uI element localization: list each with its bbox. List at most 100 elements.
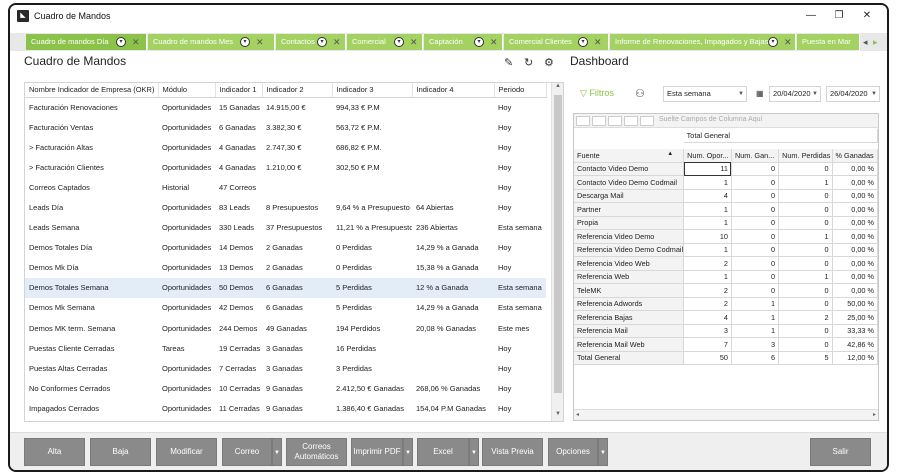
- chevron-down-icon[interactable]: ▾: [768, 37, 778, 47]
- chevron-down-icon[interactable]: ▾: [317, 37, 327, 47]
- correo-dropdown-icon[interactable]: ▼: [272, 438, 282, 466]
- scroll-up-icon[interactable]: ▲: [552, 83, 563, 93]
- pivot-row[interactable]: Referencia Video Demo 10 0 1 0,00 %: [574, 229, 878, 244]
- pivot-row[interactable]: Referencia Video Demo Codmail 1 0 0 0,00 %: [574, 243, 878, 257]
- period-select[interactable]: Esta semana ▼: [663, 86, 747, 102]
- table-row[interactable]: Demos MK term. Semana Oportunidades 244 De…: [25, 318, 546, 338]
- table-row[interactable]: No Conformes Cerrados Oportunidades 10 Cer…: [25, 378, 546, 398]
- table-row[interactable]: > Facturación Clientes Oportunidades 4 Gan…: [25, 157, 546, 177]
- pivot-row[interactable]: Partner 1 0 0 0,00 %: [574, 202, 878, 217]
- settings-icon[interactable]: ⚙: [544, 56, 554, 69]
- column-header[interactable]: Nombre Indicador de Empresa (OKR): [25, 83, 159, 98]
- opciones-button[interactable]: Opciones: [548, 438, 598, 466]
- vista-previa-button[interactable]: Vista Previa: [482, 438, 543, 466]
- chevron-down-icon[interactable]: ▾: [240, 37, 250, 47]
- chevron-down-icon[interactable]: ▾: [394, 37, 404, 47]
- pivot-column-header[interactable]: Num. Opor...: [683, 148, 732, 163]
- pivot-row[interactable]: Referencia Mail 3 1 0 33,33 %: [574, 324, 878, 338]
- tab-cuadro-mandos-mes[interactable]: Cuadro de mandos Mes ▾ ✕: [148, 34, 275, 50]
- pivot-row[interactable]: Referencia Web 1 0 1 0,00 %: [574, 270, 878, 284]
- pivot-row[interactable]: Propia 1 0 0 0,00 %: [574, 216, 878, 230]
- table-row[interactable]: Leads Semana Oportunidades 330 Leads 37 Pre…: [25, 218, 546, 238]
- tab-informe-renovaciones[interactable]: Informe de Renovaciones, Impagados y Baj…: [610, 34, 796, 50]
- table-row[interactable]: Correos Captados Historial 47 Correos Hoy: [25, 177, 546, 197]
- pivot-row[interactable]: Referencia Adwords 2 1 0 50,00 %: [574, 297, 878, 311]
- table-row[interactable]: Puestas Cliente Cerradas Tareas 19 Cerrada…: [25, 338, 546, 358]
- table-row[interactable]: Leads Día Oportunidades 83 Leads 8 Presupue…: [25, 197, 546, 217]
- tab-cuadro-mandos-dia[interactable]: Cuadro de mandos Día ▾ ✕: [26, 34, 147, 50]
- excel-button[interactable]: Excel: [417, 438, 469, 466]
- pivot-row[interactable]: TeleMK 2 0 0 0,00 %: [574, 283, 878, 298]
- table-row[interactable]: Demos Totales Semana Oportunidades 50 Demo…: [25, 277, 546, 298]
- close-icon[interactable]: ✕: [256, 34, 264, 50]
- close-button[interactable]: ✕: [856, 8, 878, 24]
- table-row[interactable]: > Facturación Altas Oportunidades 4 Ganada…: [25, 137, 546, 157]
- pivot-row[interactable]: Referencia Video Web 2 0 0 0,00 %: [574, 256, 878, 271]
- table-row[interactable]: Demos Totales Día Oportunidades 14 Demos 2 …: [25, 238, 546, 258]
- column-header[interactable]: Indicador 1: [215, 83, 263, 98]
- users-icon[interactable]: ⚇: [635, 87, 645, 100]
- chevron-down-icon[interactable]: ▾: [116, 37, 126, 47]
- correo-button[interactable]: Correo: [222, 438, 272, 466]
- alta-button[interactable]: Alta: [24, 438, 85, 466]
- tab-scroll-right-icon[interactable]: ▸: [873, 34, 878, 50]
- close-icon[interactable]: ✕: [490, 34, 498, 50]
- pivot-row-field-header[interactable]: Fuente ▲: [574, 148, 685, 163]
- minimize-button[interactable]: —: [800, 8, 822, 24]
- pivot-column-header[interactable]: Num. Gan...: [731, 148, 780, 163]
- pivot-column-header[interactable]: % Ganadas: [832, 148, 878, 163]
- tab-scroll-left-icon[interactable]: ◂: [863, 34, 868, 50]
- scroll-down-icon[interactable]: ▼: [552, 411, 563, 421]
- calendar-icon[interactable]: ▦: [756, 89, 764, 98]
- tab-captacion[interactable]: Captación ▾ ✕: [424, 34, 503, 50]
- column-header[interactable]: Indicador 3: [332, 83, 413, 98]
- pivot-column-header[interactable]: Num. Perdidas: [778, 148, 833, 163]
- pivot-field-slot[interactable]: [592, 116, 606, 126]
- pivot-row[interactable]: Referencia Bajas 4 1 2 25,00 %: [574, 310, 878, 325]
- edit-chart-icon[interactable]: ✎: [504, 56, 513, 69]
- pivot-drop-area[interactable]: Suelte Campos de Columna Aquí: [574, 114, 878, 128]
- opciones-dropdown-icon[interactable]: ▼: [598, 438, 608, 466]
- table-row[interactable]: Impagados Cerrados Oportunidades 11 Cerrad…: [25, 398, 546, 418]
- tab-contactos[interactable]: Contactos ▾ ✕: [276, 34, 346, 50]
- table-row[interactable]: Facturación Ventas Oportunidades 6 Ganadas…: [25, 117, 546, 137]
- pivot-row[interactable]: Descarga Mail 4 0 0 0,00 %: [574, 189, 878, 203]
- pivot-row[interactable]: Contacto Video Demo 11 0 0 0,00 %: [574, 162, 878, 176]
- pivot-total-row[interactable]: Total General 50 6 5 12,00 %: [574, 351, 878, 365]
- baja-button[interactable]: Baja: [90, 438, 151, 466]
- close-icon[interactable]: ✕: [410, 34, 418, 50]
- close-icon[interactable]: ✕: [132, 34, 140, 50]
- imprimir-pdf-button[interactable]: Imprimir PDF: [351, 438, 403, 466]
- date-to-field[interactable]: 26/04/2020 ▼: [826, 86, 880, 102]
- pivot-field-slot[interactable]: [640, 116, 654, 126]
- pivot-row[interactable]: Contacto Video Demo Codmail 1 0 1 0,00 %: [574, 175, 878, 190]
- refresh-icon[interactable]: ↻: [524, 56, 533, 69]
- salir-button[interactable]: Salir: [810, 438, 871, 466]
- column-header[interactable]: Indicador 2: [262, 83, 333, 98]
- column-header[interactable]: Módulo: [158, 83, 216, 98]
- table-row[interactable]: Demos Mk Semana Oportunidades 42 Demos 6 Ga…: [25, 298, 546, 318]
- pivot-field-slot[interactable]: [624, 116, 638, 126]
- close-icon[interactable]: ✕: [784, 34, 792, 50]
- table-row[interactable]: Demos Mk Día Oportunidades 13 Demos 2 Ganad…: [25, 258, 546, 278]
- pivot-row[interactable]: Referencia Mail Web 7 3 0 42,86 %: [574, 337, 878, 352]
- scrollbar-thumb[interactable]: [554, 95, 562, 393]
- imprimir-dropdown-icon[interactable]: ▼: [403, 438, 413, 466]
- column-header[interactable]: Periodo: [494, 83, 547, 98]
- tab-comercial[interactable]: Comercial ▾ ✕: [347, 34, 423, 50]
- pivot-field-slot[interactable]: [576, 116, 590, 126]
- pivot-horizontal-scrollbar[interactable]: ◂ ▸: [574, 409, 878, 420]
- close-icon[interactable]: ✕: [333, 34, 341, 50]
- vertical-scrollbar[interactable]: ▲ ▼: [551, 83, 563, 421]
- pivot-field-slot[interactable]: [608, 116, 622, 126]
- column-header[interactable]: Indicador 4: [412, 83, 495, 98]
- table-row[interactable]: Puestas Altas Cerradas Oportunidades 7 Cer…: [25, 358, 546, 378]
- modificar-button[interactable]: Modificar: [156, 438, 217, 466]
- correos-automaticos-button[interactable]: Correos Automáticos: [286, 438, 347, 466]
- scroll-left-icon[interactable]: ◂: [576, 411, 579, 418]
- chevron-down-icon[interactable]: ▾: [578, 37, 588, 47]
- chevron-down-icon[interactable]: ▾: [474, 37, 484, 47]
- filters-button[interactable]: ▽ Filtros: [580, 88, 614, 99]
- excel-dropdown-icon[interactable]: ▼: [469, 438, 479, 466]
- scroll-right-icon[interactable]: ▸: [873, 411, 876, 418]
